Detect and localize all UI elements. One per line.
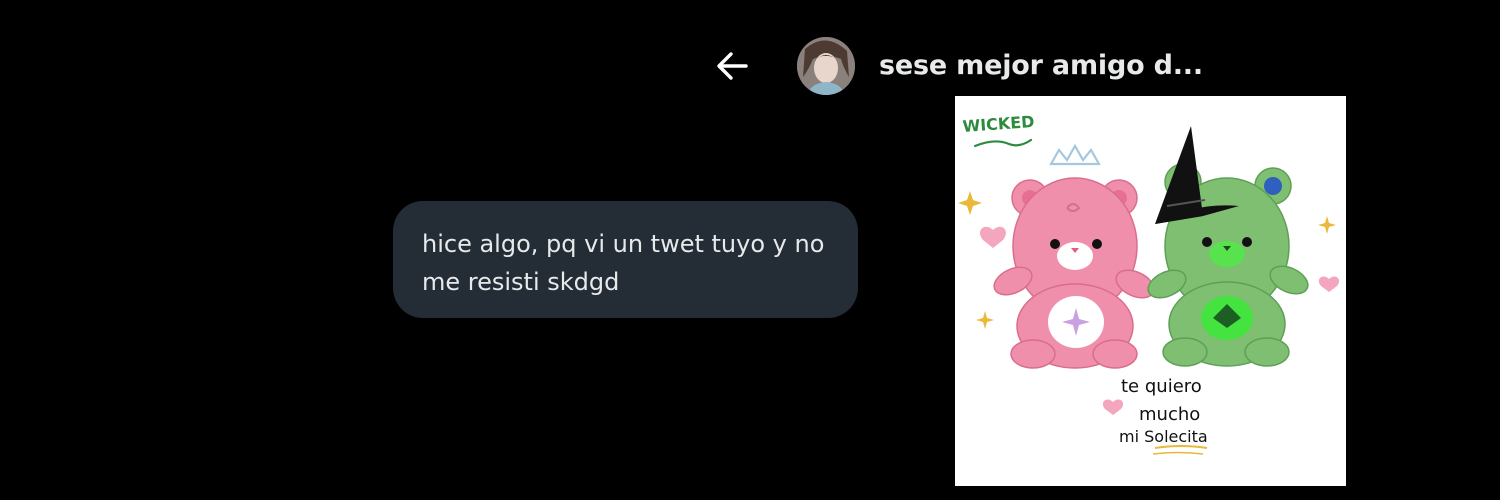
care-bears-drawing: WICKED te quiero mucho mi Solecita bbox=[958, 112, 1340, 455]
caption-line-2: mucho bbox=[1139, 404, 1200, 425]
caption-line-1: te quiero bbox=[1121, 376, 1202, 397]
back-button[interactable] bbox=[710, 44, 754, 88]
avatar[interactable] bbox=[797, 37, 855, 95]
message-line-1: hice algo, pq vi un twet tuyo y no bbox=[422, 230, 825, 258]
arrow-left-icon bbox=[717, 52, 748, 80]
pink-bear bbox=[993, 143, 1155, 369]
message-line-2: me resisti skdgd bbox=[422, 268, 620, 296]
message-bubble[interactable]: hice algo, pq vi un twet tuyo y no me re… bbox=[393, 201, 858, 318]
green-bear bbox=[1147, 126, 1309, 367]
caption-line-3: mi Solecita bbox=[1119, 427, 1208, 446]
wicked-logo: WICKED bbox=[962, 112, 1035, 136]
contact-name[interactable]: sese mejor amigo d... bbox=[879, 46, 1203, 86]
image-attachment[interactable]: WICKED te quiero mucho mi Solecita bbox=[955, 96, 1346, 486]
dm-conversation-view: sese mejor amigo d... hice algo, pq vi u… bbox=[0, 0, 1500, 500]
